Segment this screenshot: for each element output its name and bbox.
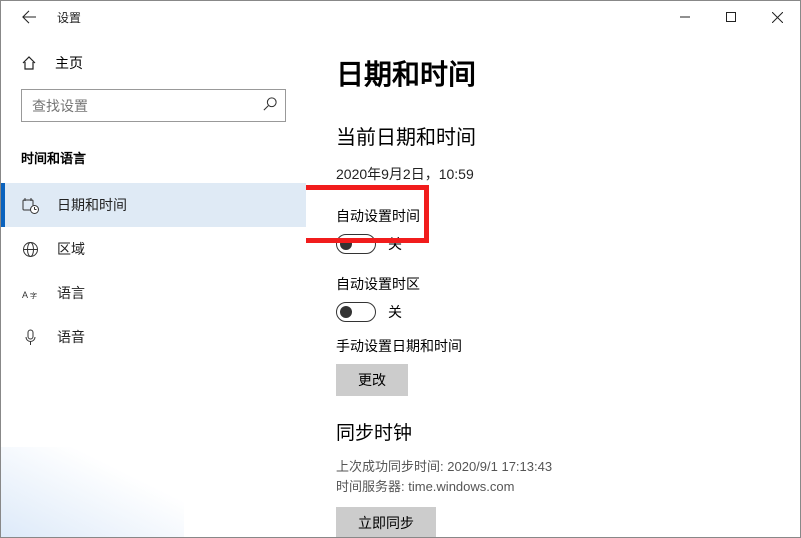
search-input-wrap[interactable] [21, 89, 286, 122]
datetime-icon [21, 196, 39, 214]
sidebar-item-label: 语音 [57, 327, 85, 347]
sidebar-item-region[interactable]: 区域 [1, 227, 306, 271]
svg-text:字: 字 [30, 291, 37, 300]
current-datetime-value: 2020年9月2日，10:59 [336, 164, 770, 184]
main-content: 日期和时间 当前日期和时间 2020年9月2日，10:59 自动设置时间 关 自… [306, 33, 800, 537]
language-icon: A字 [21, 284, 39, 302]
search-icon [263, 97, 277, 114]
auto-time-setting: 自动设置时间 关 [336, 202, 770, 260]
maximize-button[interactable] [708, 1, 754, 33]
sync-now-button[interactable]: 立即同步 [336, 507, 436, 537]
window-title: 设置 [57, 9, 81, 26]
auto-tz-label: 自动设置时区 [336, 274, 770, 294]
sync-last-value: 2020/9/1 17:13:43 [447, 459, 552, 474]
page-title: 日期和时间 [336, 53, 770, 93]
auto-time-state: 关 [388, 234, 402, 254]
minimize-button[interactable] [662, 1, 708, 33]
sidebar-item-speech[interactable]: 语音 [1, 315, 306, 359]
globe-icon [21, 240, 39, 258]
sidebar-item-label: 语言 [57, 283, 85, 303]
sync-server-value: time.windows.com [408, 479, 514, 494]
microphone-icon [21, 328, 39, 346]
sidebar-accent-glow [1, 447, 184, 537]
manual-datetime-setting: 手动设置日期和时间 更改 [336, 336, 770, 396]
auto-tz-state: 关 [388, 302, 402, 322]
change-button[interactable]: 更改 [336, 364, 408, 396]
sidebar: 主页 时间和语言 日期和时间 区域 A字 语言 [1, 33, 306, 537]
search-input[interactable] [30, 97, 263, 115]
sidebar-item-datetime[interactable]: 日期和时间 [1, 183, 306, 227]
sidebar-group-title: 时间和语言 [1, 138, 306, 183]
home-icon [21, 55, 37, 71]
window-controls [662, 1, 800, 33]
close-button[interactable] [754, 1, 800, 33]
sync-info: 上次成功同步时间: 2020/9/1 17:13:43 时间服务器: time.… [336, 457, 770, 497]
svg-text:A: A [22, 290, 28, 300]
auto-tz-setting: 自动设置时区 关 [336, 274, 770, 322]
current-datetime-label: 当前日期和时间 [336, 121, 770, 150]
sync-server-label: 时间服务器: [336, 479, 405, 494]
auto-time-toggle[interactable] [336, 234, 376, 254]
sync-clock-heading: 同步时钟 [336, 418, 770, 445]
back-button[interactable] [13, 1, 45, 33]
titlebar: 设置 [1, 1, 800, 33]
sidebar-item-language[interactable]: A字 语言 [1, 271, 306, 315]
sync-last-label: 上次成功同步时间: [336, 459, 444, 474]
manual-label: 手动设置日期和时间 [336, 336, 770, 356]
sidebar-item-label: 区域 [57, 239, 85, 259]
home-link[interactable]: 主页 [1, 43, 306, 83]
auto-time-label: 自动设置时间 [336, 206, 766, 226]
home-label: 主页 [55, 53, 83, 73]
sidebar-item-label: 日期和时间 [57, 195, 127, 215]
auto-tz-toggle[interactable] [336, 302, 376, 322]
